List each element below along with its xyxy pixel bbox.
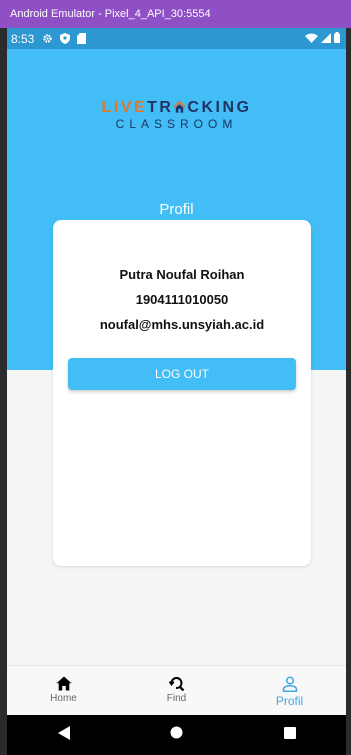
- status-time: 8:53: [11, 31, 35, 46]
- nav-label-home: Home: [50, 693, 77, 704]
- back-triangle-icon: [57, 725, 70, 745]
- wifi-icon: [305, 32, 318, 46]
- nav-item-profil[interactable]: Profil: [233, 666, 346, 716]
- recents-button[interactable]: [270, 720, 310, 750]
- status-indicators: [305, 31, 340, 46]
- logo-subtitle: CLASSROOM: [115, 117, 238, 131]
- nav-label-find: Find: [166, 693, 187, 704]
- home-icon: [56, 676, 72, 693]
- logo-house-icon: [173, 100, 186, 113]
- system-navigation-bar: [7, 715, 346, 755]
- settings-gear-icon: [42, 33, 53, 44]
- logout-button[interactable]: LOG OUT: [68, 358, 296, 390]
- logo-tr-text: TR: [147, 99, 174, 116]
- user-id-number: 1904111010050: [135, 292, 229, 307]
- nav-item-find[interactable]: Find: [120, 666, 233, 716]
- emulator-frame-right: [346, 28, 351, 755]
- emulator-title-bar: Android Emulator - Pixel_4_API_30:5554: [0, 0, 351, 28]
- find-icon: [168, 676, 185, 693]
- back-button[interactable]: [44, 720, 84, 750]
- home-system-button[interactable]: [157, 720, 197, 750]
- shield-icon: [60, 33, 71, 44]
- battery-icon: [334, 31, 340, 46]
- recents-square-icon: [283, 726, 296, 744]
- profile-card: Putra Noufal Roihan 1904111010050 noufal…: [53, 220, 311, 566]
- emulator-frame-left: [0, 28, 7, 755]
- status-bar: 8:53: [7, 28, 346, 49]
- user-name: Putra Noufal Roihan: [119, 267, 245, 282]
- nav-item-home[interactable]: Home: [7, 666, 120, 716]
- nav-label-profil: Profil: [275, 694, 304, 708]
- phone-screen: 8:53 LIVETR CKING CLASSROOM Profil Putra…: [7, 28, 346, 755]
- page-title: Profil: [159, 201, 194, 218]
- user-email: noufal@mhs.unsyiah.ac.id: [99, 317, 265, 332]
- logo-cking-text: CKING: [187, 99, 252, 116]
- home-circle-icon: [170, 726, 183, 744]
- bottom-navigation: Home Find Profil: [7, 665, 346, 716]
- emulator-title: Android Emulator - Pixel_4_API_30:5554: [10, 8, 211, 20]
- sd-card-icon: [77, 33, 87, 44]
- logo-wordmark: LIVETR CKING: [7, 100, 346, 116]
- signal-icon: [321, 32, 331, 46]
- logo-live-text: LIVE: [101, 99, 148, 116]
- app-logo: LIVETR CKING CLASSROOM: [7, 100, 346, 132]
- person-icon: [282, 676, 298, 694]
